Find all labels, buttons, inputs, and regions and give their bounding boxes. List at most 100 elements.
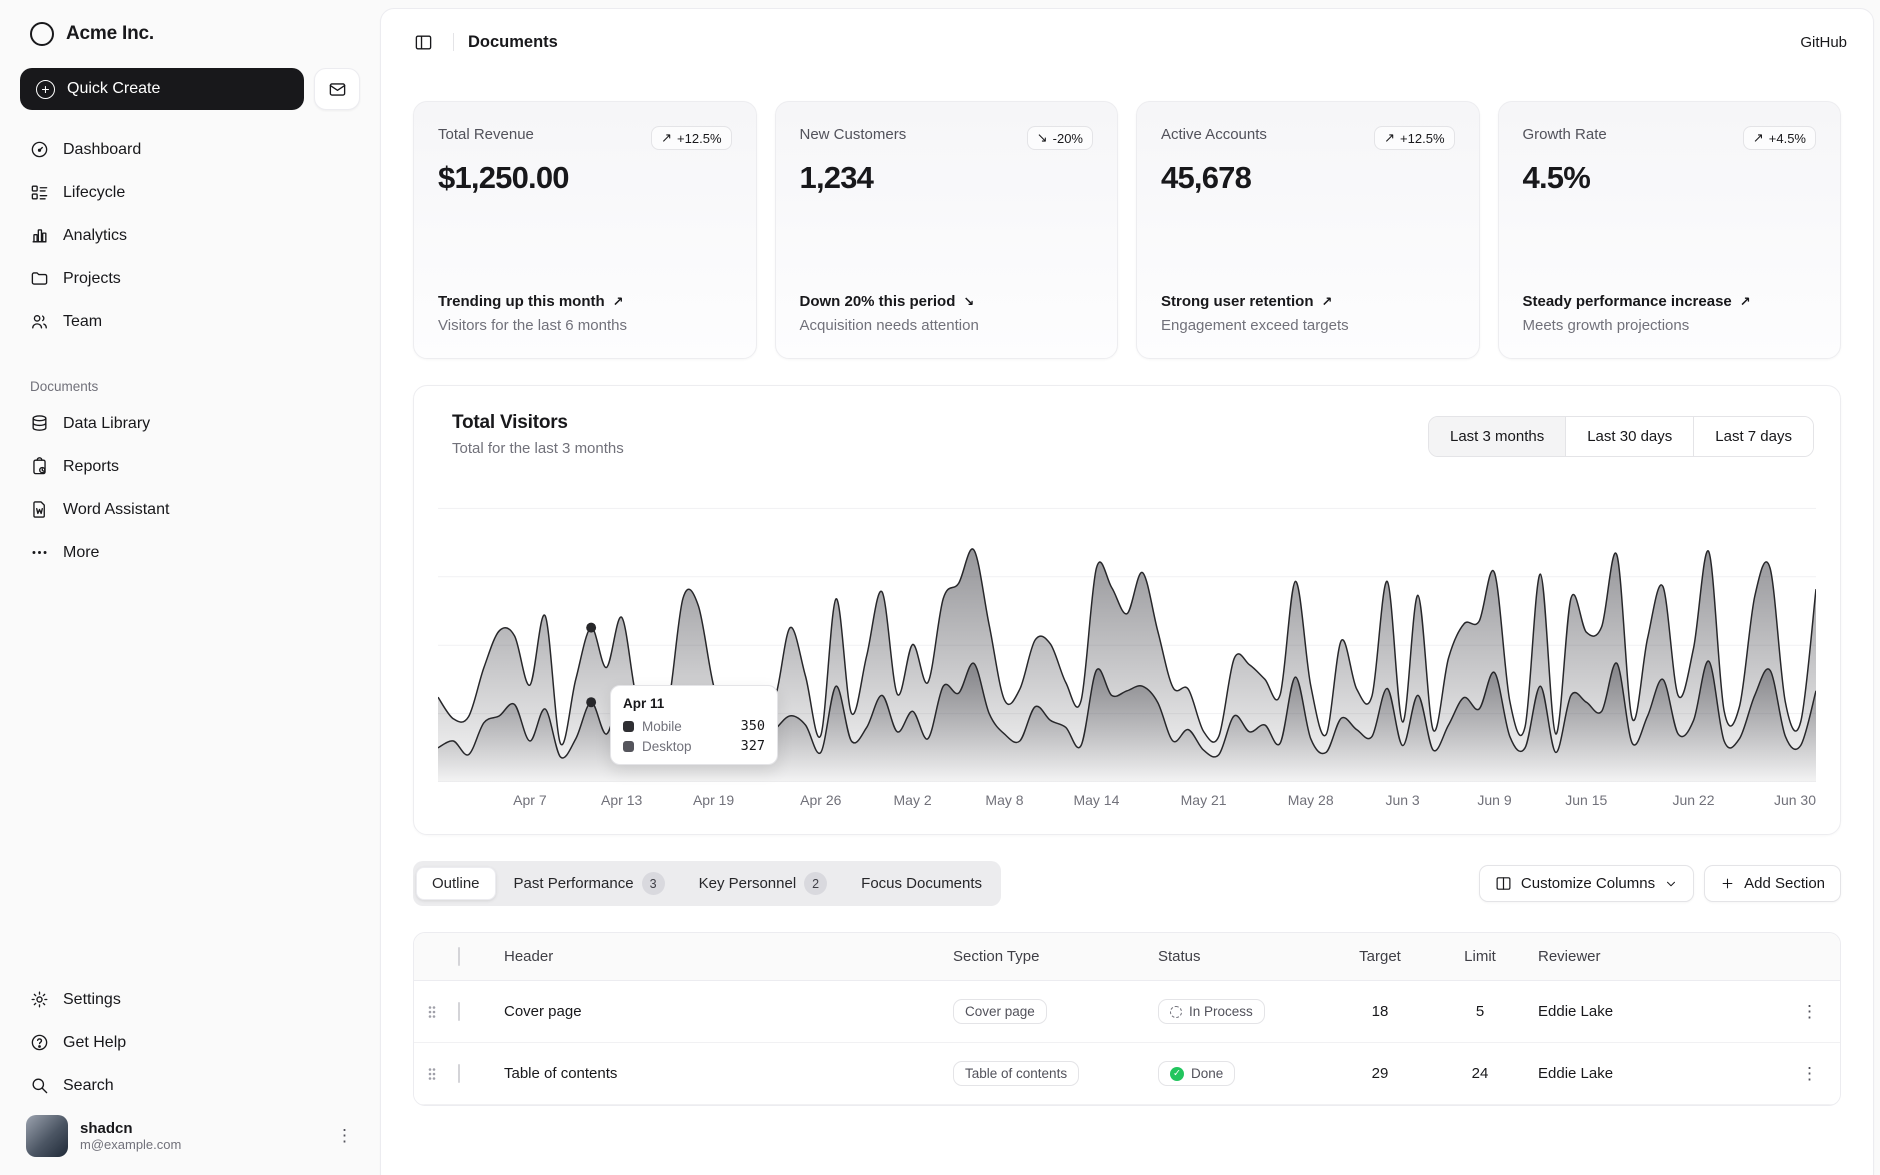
row-target[interactable]: 29 <box>1330 1065 1430 1082</box>
status-badge: In Process <box>1158 999 1265 1024</box>
x-axis: Apr 7 Apr 13 Apr 19 Apr 26 May 2 May 8 M… <box>438 790 1816 814</box>
user-kebab-icon[interactable]: ⋮ <box>336 1126 354 1146</box>
sidebar-item-search[interactable]: Search <box>20 1064 360 1107</box>
stat-value: 45,678 <box>1161 160 1455 196</box>
list-details-icon <box>30 183 49 202</box>
sidebar-item-get-help[interactable]: Get Help <box>20 1021 360 1064</box>
tab-past-performance[interactable]: Past Performance3 <box>498 864 681 903</box>
topbar: Documents GitHub <box>381 9 1873 75</box>
sidebar-item-label: Analytics <box>63 227 127 245</box>
area-chart[interactable]: Apr 11 Mobile350 Desktop327 <box>438 497 1816 782</box>
sidebar-item-label: Reports <box>63 458 119 476</box>
brand-logo-icon <box>30 22 54 46</box>
row-header[interactable]: Table of contents <box>490 1065 945 1082</box>
status-badge: ✓Done <box>1158 1061 1235 1086</box>
row-kebab-icon[interactable]: ⋮ <box>1801 1002 1819 1022</box>
github-link[interactable]: GitHub <box>1800 34 1847 51</box>
col-target: Target <box>1330 948 1430 965</box>
user-menu[interactable]: shadcn m@example.com ⋮ <box>20 1107 360 1157</box>
range-last-30-days[interactable]: Last 30 days <box>1565 417 1693 456</box>
trending-up-icon: ↗ <box>1322 294 1333 310</box>
stat-card-total-revenue: Total Revenue ↗+12.5% $1,250.00 Trending… <box>413 101 757 359</box>
sidebar-toggle-button[interactable] <box>407 26 439 58</box>
trending-down-icon: ↘ <box>963 294 974 310</box>
stat-footer-title: Steady performance increase <box>1523 293 1732 310</box>
x-tick: Jun 22 <box>1672 792 1714 808</box>
tooltip-label: Desktop <box>642 739 692 754</box>
sidebar-item-team[interactable]: Team <box>20 300 360 343</box>
row-header[interactable]: Cover page <box>490 1003 945 1020</box>
brand[interactable]: Acme Inc. <box>20 14 360 54</box>
section-type-badge: Table of contents <box>953 1061 1079 1086</box>
sections-table: Header Section Type Status Target Limit … <box>413 932 1841 1106</box>
sidebar-item-data-library[interactable]: Data Library <box>20 402 360 445</box>
drag-handle-icon[interactable] <box>414 1004 450 1020</box>
sidebar-item-label: Team <box>63 313 102 331</box>
trend-badge: ↗+12.5% <box>651 126 731 150</box>
range-last-7-days[interactable]: Last 7 days <box>1693 417 1813 456</box>
sidebar-item-word-assistant[interactable]: Word Assistant <box>20 488 360 531</box>
stat-footer-desc: Engagement exceed targets <box>1161 317 1455 334</box>
tab-outline[interactable]: Outline <box>416 867 496 900</box>
row-checkbox[interactable] <box>458 1064 460 1083</box>
row-reviewer[interactable]: Eddie Lake <box>1530 1003 1780 1020</box>
tooltip-value: 350 <box>741 718 765 734</box>
stat-title: Total Revenue <box>438 126 534 143</box>
search-icon <box>30 1076 49 1095</box>
sidebar-item-reports[interactable]: Reports <box>20 445 360 488</box>
sidebar-item-label: Lifecycle <box>63 184 125 202</box>
section-type-badge: Cover page <box>953 999 1047 1024</box>
row-kebab-icon[interactable]: ⋮ <box>1801 1064 1819 1084</box>
row-limit[interactable]: 5 <box>1430 1003 1530 1020</box>
sidebar-item-label: Dashboard <box>63 141 141 159</box>
x-tick: May 8 <box>985 792 1023 808</box>
table-row[interactable]: Table of contents Table of contents ✓Don… <box>414 1043 1840 1105</box>
trend-badge: ↘-20% <box>1027 126 1093 150</box>
stat-card-active-accounts: Active Accounts ↗+12.5% 45,678 Strong us… <box>1136 101 1480 359</box>
stat-title: Active Accounts <box>1161 126 1267 143</box>
range-last-3-months[interactable]: Last 3 months <box>1429 417 1565 456</box>
trending-up-icon: ↗ <box>1740 294 1751 310</box>
total-visitors-card: Total Visitors Total for the last 3 mont… <box>413 385 1841 835</box>
row-reviewer[interactable]: Eddie Lake <box>1530 1065 1780 1082</box>
sidebar-item-settings[interactable]: Settings <box>20 978 360 1021</box>
user-name: shadcn <box>80 1120 324 1137</box>
x-tick: May 28 <box>1288 792 1334 808</box>
stat-footer-desc: Visitors for the last 6 months <box>438 317 732 334</box>
panel-left-icon <box>414 33 433 52</box>
user-email: m@example.com <box>80 1137 324 1152</box>
row-target[interactable]: 18 <box>1330 1003 1430 1020</box>
select-all-checkbox[interactable] <box>458 947 460 966</box>
sidebar-item-lifecycle[interactable]: Lifecycle <box>20 171 360 214</box>
sidebar-item-projects[interactable]: Projects <box>20 257 360 300</box>
tooltip-label: Mobile <box>642 719 682 734</box>
x-tick: May 21 <box>1181 792 1227 808</box>
row-limit[interactable]: 24 <box>1430 1065 1530 1082</box>
sidebar-item-analytics[interactable]: Analytics <box>20 214 360 257</box>
plus-icon <box>1720 876 1735 891</box>
chart-tooltip: Apr 11 Mobile350 Desktop327 <box>610 685 778 765</box>
main-panel: Documents GitHub Total Revenue ↗+12.5% $… <box>380 8 1874 1175</box>
trending-up-icon: ↗ <box>1384 130 1395 146</box>
tab-key-personnel[interactable]: Key Personnel2 <box>683 864 844 903</box>
tab-focus-documents[interactable]: Focus Documents <box>845 867 998 900</box>
quick-create-button[interactable]: + Quick Create <box>20 68 304 110</box>
inbox-button[interactable] <box>314 68 360 110</box>
table-row[interactable]: Cover page Cover page In Process 18 5 Ed… <box>414 981 1840 1043</box>
trend-badge: ↗+4.5% <box>1743 126 1816 150</box>
stat-footer-title: Down 20% this period <box>800 293 956 310</box>
add-section-button[interactable]: Add Section <box>1704 865 1841 902</box>
drag-handle-icon[interactable] <box>414 1066 450 1082</box>
customize-columns-button[interactable]: Customize Columns <box>1479 865 1694 902</box>
sidebar-item-dashboard[interactable]: Dashboard <box>20 128 360 171</box>
sidebar-item-more[interactable]: More <box>20 531 360 574</box>
columns-icon <box>1495 875 1512 892</box>
brand-name: Acme Inc. <box>66 23 154 45</box>
sidebar-item-label: Data Library <box>63 415 150 433</box>
row-checkbox[interactable] <box>458 1002 460 1021</box>
sidebar-item-label: Word Assistant <box>63 501 169 519</box>
x-tick: Apr 13 <box>601 792 642 808</box>
x-tick: Jun 9 <box>1477 792 1511 808</box>
trend-badge: ↗+12.5% <box>1374 126 1454 150</box>
col-status: Status <box>1150 948 1330 965</box>
